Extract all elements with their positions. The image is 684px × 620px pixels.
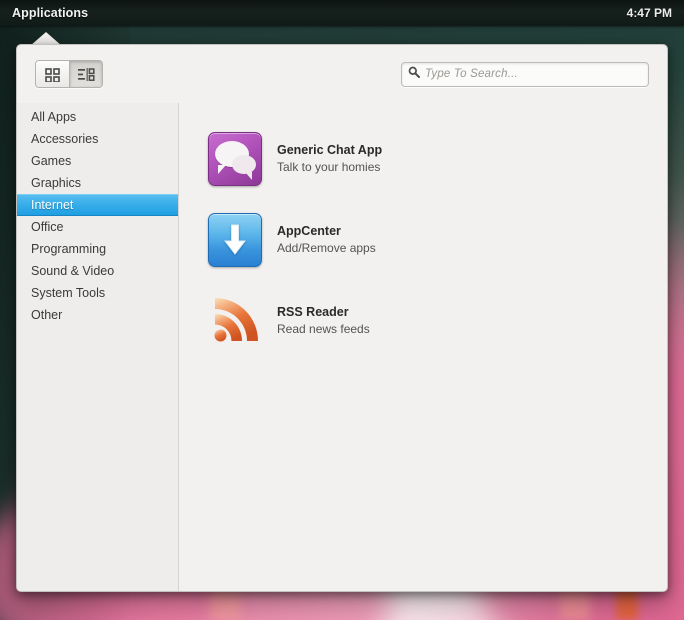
sidebar-item-graphics[interactable]: Graphics [17, 172, 178, 194]
download-arrow-icon [208, 213, 262, 267]
app-icon [208, 132, 262, 186]
category-view-button[interactable] [69, 61, 102, 87]
category-sidebar: All Apps Accessories Games Graphics Inte… [17, 103, 179, 591]
app-name: AppCenter [277, 223, 341, 238]
app-description: Read news feeds [277, 321, 370, 336]
sidebar-item-other[interactable]: Other [17, 304, 178, 326]
app-name: Generic Chat App [277, 142, 383, 157]
search-placeholder: Type To Search... [425, 68, 518, 80]
app-icon [208, 213, 262, 267]
app-list-item[interactable]: Generic Chat App Talk to your homies [208, 129, 667, 189]
sidebar-item-system-tools[interactable]: System Tools [17, 282, 178, 304]
chat-bubbles-icon [208, 132, 262, 186]
popover-body: Type To Search... All Apps Accessories G… [16, 44, 668, 592]
app-list-item[interactable]: AppCenter Add/Remove apps [208, 210, 667, 270]
sidebar-item-accessories[interactable]: Accessories [17, 128, 178, 150]
search-input[interactable]: Type To Search... [401, 61, 649, 87]
grid-view-button[interactable] [36, 61, 69, 87]
category-view-icon [77, 67, 95, 82]
top-panel: Applications 4:47 PM [0, 0, 684, 26]
app-text: AppCenter Add/Remove apps [277, 223, 376, 257]
view-mode-toggle[interactable] [35, 60, 103, 88]
app-icon [208, 294, 262, 348]
app-text: Generic Chat App Talk to your homies [277, 142, 382, 176]
sidebar-item-all-apps[interactable]: All Apps [17, 106, 178, 128]
sidebar-item-programming[interactable]: Programming [17, 238, 178, 260]
panel-clock[interactable]: 4:47 PM [627, 6, 672, 20]
app-text: RSS Reader Read news feeds [277, 304, 370, 338]
app-description: Add/Remove apps [277, 240, 376, 255]
application-list: Generic Chat App Talk to your homies App… [180, 103, 667, 591]
rss-feed-icon [208, 294, 262, 348]
app-description: Talk to your homies [277, 159, 381, 174]
applications-menu-popover: Type To Search... All Apps Accessories G… [16, 32, 668, 592]
sidebar-item-sound-video[interactable]: Sound & Video [17, 260, 178, 282]
app-name: RSS Reader [277, 304, 349, 319]
applications-menu-button[interactable]: Applications [12, 6, 88, 20]
grid-view-icon [45, 67, 60, 82]
sidebar-item-office[interactable]: Office [17, 216, 178, 238]
popover-toolbar: Type To Search... [17, 45, 667, 103]
sidebar-item-internet[interactable]: Internet [17, 194, 178, 216]
app-list-item[interactable]: RSS Reader Read news feeds [208, 291, 667, 351]
sidebar-item-games[interactable]: Games [17, 150, 178, 172]
search-icon [408, 65, 420, 83]
